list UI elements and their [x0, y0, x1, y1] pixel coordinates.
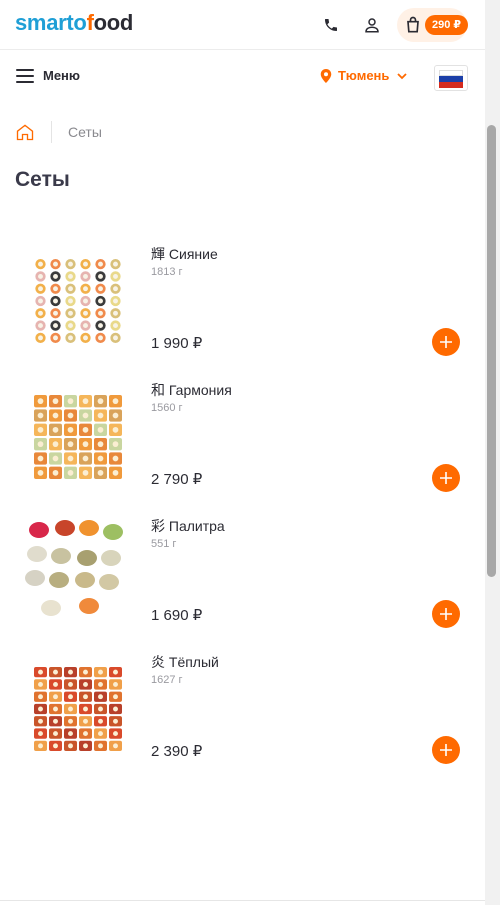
logo-text-part3: ood: [93, 10, 134, 35]
product-weight: 551 г: [151, 538, 177, 550]
language-flag-russia[interactable]: [434, 65, 468, 91]
add-to-cart-button[interactable]: [432, 736, 460, 764]
product-card[interactable]: 輝 Сияние 1813 г 1 990 ₽: [15, 238, 465, 366]
location-pin-icon: [320, 68, 332, 83]
add-to-cart-button[interactable]: [432, 464, 460, 492]
logo-text-part1: smarto: [15, 10, 87, 35]
product-price: 1 990 ₽: [151, 335, 203, 352]
product-name: 和 Гармония: [151, 382, 232, 398]
scrollbar-thumb[interactable]: [487, 125, 496, 577]
top-header: smartofood 290 ₽: [0, 0, 485, 50]
phone-icon[interactable]: [320, 14, 342, 36]
product-price: 1 690 ₽: [151, 607, 203, 624]
shopping-bag-icon: [407, 16, 419, 33]
smartofood-logo[interactable]: smartofood: [15, 10, 133, 36]
product-image-teply: [15, 646, 141, 772]
plus-icon: [440, 336, 452, 348]
add-to-cart-button[interactable]: [432, 600, 460, 628]
plus-icon: [440, 608, 452, 620]
product-price: 2 390 ₽: [151, 743, 203, 760]
breadcrumb-current: Сеты: [68, 124, 102, 140]
hamburger-icon: [16, 68, 34, 83]
product-image-palitra: [15, 510, 141, 636]
product-name: 彩 Палитра: [151, 518, 225, 534]
product-name: 炎 Тёплый: [151, 654, 219, 670]
home-icon[interactable]: [15, 122, 35, 142]
bottom-divider: [0, 900, 485, 901]
product-price: 2 790 ₽: [151, 471, 203, 488]
product-card[interactable]: 彩 Палитра 551 г 1 690 ₽: [15, 510, 465, 638]
sub-navigation-bar: Меню Тюмень: [0, 51, 485, 103]
city-name: Тюмень: [338, 68, 390, 83]
plus-icon: [440, 744, 452, 756]
city-selector[interactable]: Тюмень: [320, 68, 408, 83]
product-weight: 1560 г: [151, 402, 183, 414]
product-name: 輝 Сияние: [151, 246, 218, 262]
user-icon[interactable]: [361, 14, 383, 36]
cart-button[interactable]: 290 ₽: [397, 8, 469, 42]
page-title: Сеты: [15, 168, 70, 191]
menu-button[interactable]: Меню: [16, 68, 80, 83]
add-to-cart-button[interactable]: [432, 328, 460, 356]
chevron-down-icon: [397, 72, 408, 79]
cart-total-badge: 290 ₽: [425, 15, 469, 35]
flag-stripe-red: [439, 82, 463, 88]
menu-label: Меню: [43, 68, 81, 83]
product-card[interactable]: 炎 Тёплый 1627 г 2 390 ₽: [15, 646, 465, 774]
logo-text-part2: f: [86, 10, 94, 35]
product-image-garmoniya: [15, 374, 141, 500]
product-weight: 1627 г: [151, 674, 183, 686]
breadcrumb-divider: [51, 121, 52, 143]
breadcrumb: Сеты: [15, 121, 102, 143]
plus-icon: [440, 472, 452, 484]
product-weight: 1813 г: [151, 266, 183, 278]
product-card[interactable]: 和 Гармония 1560 г 2 790 ₽: [15, 374, 465, 502]
product-image-siyanie: [15, 238, 141, 364]
